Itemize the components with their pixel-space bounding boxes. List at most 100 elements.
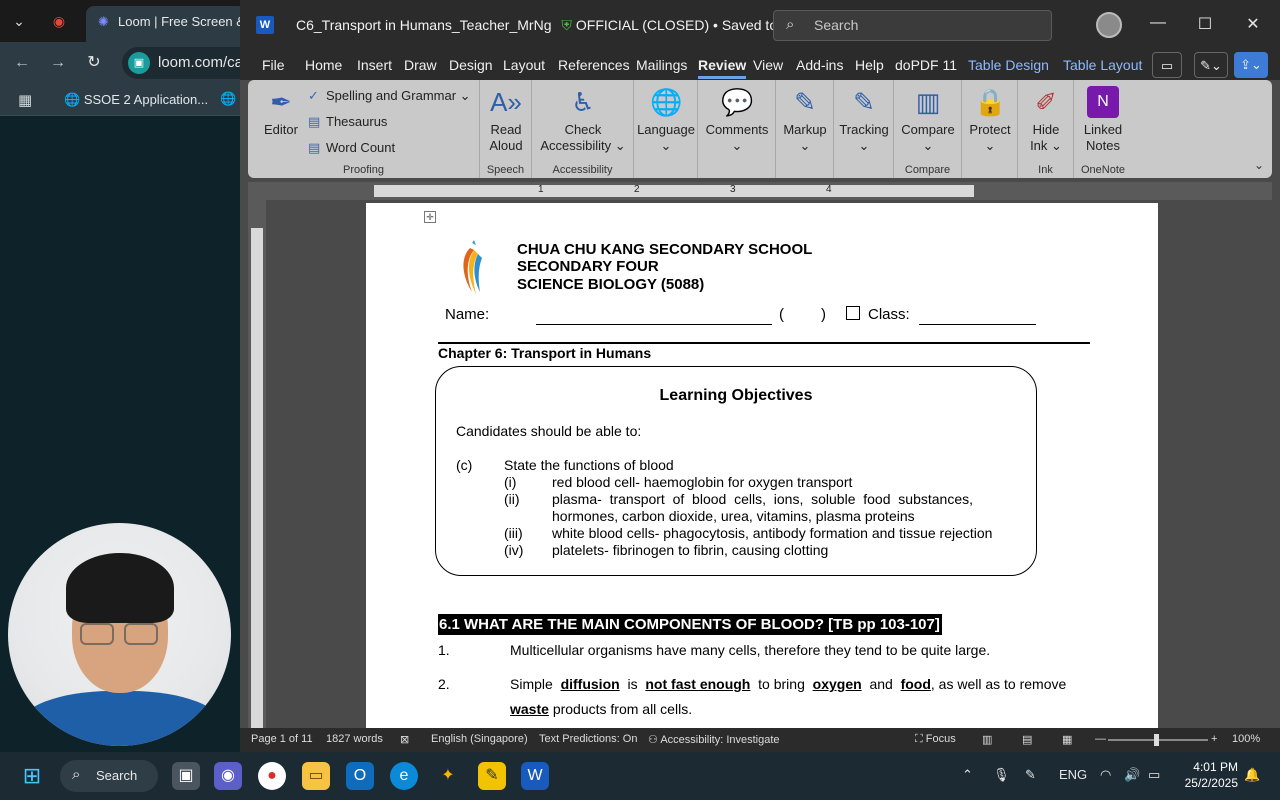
account-avatar-icon[interactable] (1096, 12, 1122, 38)
lo-item-marker: (iii) (504, 525, 523, 541)
tab-table-layout[interactable]: Table Layout (1063, 57, 1142, 73)
edge-icon[interactable]: e (390, 762, 418, 790)
sticky-notes-icon[interactable]: ✎ (478, 762, 506, 790)
windows-start-icon[interactable]: ⊞ (18, 762, 46, 790)
site-info-icon[interactable]: ▣ (128, 52, 150, 74)
tab-view[interactable]: View (753, 57, 783, 73)
document-canvas[interactable]: ✛ CHUA CHU KANG SECONDARY SCHOOL SECONDA… (266, 200, 1272, 728)
compare-button[interactable]: ▥ Compare ⌄ (896, 86, 960, 154)
show-hidden-icons-chevron-icon[interactable]: ⌃ (962, 767, 973, 783)
document-page[interactable]: ✛ CHUA CHU KANG SECONDARY SCHOOL SECONDA… (366, 203, 1158, 728)
spelling-grammar-button[interactable]: ✓ Spelling and Grammar ⌄ (308, 88, 471, 104)
close-icon[interactable]: ✕ (1240, 14, 1266, 36)
system-clock[interactable]: 4:01 PM 25/2/2025 (1180, 759, 1238, 791)
zoom-out-icon[interactable]: — (1095, 733, 1106, 745)
back-arrow-icon[interactable]: ← (10, 51, 34, 75)
tab-list-chevron-icon[interactable]: ⌄ (6, 8, 32, 34)
forward-arrow-icon[interactable]: → (46, 51, 70, 75)
ribbon-collapse-chevron-icon[interactable]: ⌄ (1254, 158, 1264, 172)
proofing-status-icon[interactable]: ⊠ (400, 733, 409, 746)
thesaurus-button[interactable]: ▤ Thesaurus (308, 114, 387, 130)
tab-help[interactable]: Help (855, 57, 884, 73)
tracking-button[interactable]: ✎ Tracking ⌄ (836, 86, 892, 154)
tab-review[interactable]: Review (698, 57, 747, 79)
volume-icon[interactable]: 🔊 (1124, 767, 1140, 783)
onenote-group: N Linked Notes OneNote (1074, 80, 1132, 178)
pen-icon[interactable]: ✎ (1025, 767, 1036, 783)
microphone-icon[interactable]: 🎙 (993, 767, 1010, 783)
teams-icon[interactable]: ◉ (214, 762, 242, 790)
browser-tab-loom[interactable]: ✺ Loom | Free Screen & V (86, 6, 246, 42)
text-predictions-status[interactable]: Text Predictions: On (539, 733, 637, 745)
wifi-icon[interactable]: ◠ (1100, 767, 1111, 783)
editing-pen-icon[interactable]: ✎⌄ (1194, 52, 1228, 78)
hide-ink-button[interactable]: ✐ Hide Ink ⌄ (1020, 86, 1072, 154)
tab-table-design[interactable]: Table Design (968, 57, 1049, 73)
checkbox[interactable] (846, 306, 860, 320)
apps-grid-icon[interactable]: ▦ (18, 91, 32, 109)
globe-icon[interactable]: 🌐 (220, 91, 236, 107)
accessibility-group-label: Accessibility (552, 164, 613, 176)
pinned-app-icon[interactable]: ✦ (434, 762, 462, 790)
language-status[interactable]: English (Singapore) (431, 733, 528, 745)
class-field[interactable] (919, 307, 1036, 325)
tab-design[interactable]: Design (449, 57, 493, 73)
tab-layout[interactable]: Layout (503, 57, 545, 73)
input-language[interactable]: ENG (1059, 767, 1087, 782)
editor-button[interactable]: ✒ Editor (258, 86, 304, 138)
protect-button[interactable]: 🔒 Protect ⌄ (964, 86, 1016, 154)
lo-item-marker: (iv) (504, 542, 524, 558)
zoom-in-icon[interactable]: + (1211, 733, 1217, 745)
learning-objectives-title: Learning Objectives (659, 387, 813, 404)
search-input[interactable]: ⌕ Search (773, 10, 1052, 41)
web-layout-icon[interactable]: ▦ (1062, 733, 1072, 746)
taskbar-search-label: Search (96, 768, 138, 783)
focus-mode-button[interactable]: ⛶ Focus (915, 733, 956, 746)
reload-icon[interactable]: ↻ (82, 51, 106, 75)
page-count[interactable]: Page 1 of 11 (251, 733, 313, 745)
print-layout-icon[interactable]: ▤ (1022, 733, 1032, 746)
task-view-icon[interactable]: ▣ (172, 762, 200, 790)
read-aloud-button[interactable]: A» Read Aloud (482, 86, 530, 154)
name-field[interactable] (536, 307, 772, 325)
word-count[interactable]: 1827 words (326, 733, 383, 745)
zoom-slider-thumb[interactable] (1154, 734, 1159, 746)
markup-button[interactable]: ✎ Markup ⌄ (778, 86, 832, 154)
record-icon[interactable]: ◉ (46, 8, 72, 34)
tab-insert[interactable]: Insert (357, 57, 392, 73)
share-icon[interactable]: ⇪⌄ (1234, 52, 1268, 78)
document-title[interactable]: C6_Transport in Humans_Teacher_MrNg ⛨ OFF… (296, 17, 846, 34)
language-label: Language (637, 122, 695, 137)
table-move-handle-icon[interactable]: ✛ (424, 211, 436, 223)
check-accessibility-button[interactable]: ♿ Check Accessibility ⌄ (536, 86, 630, 154)
notification-bell-icon[interactable]: 🔔 (1244, 767, 1260, 783)
chrome-icon[interactable]: ● (258, 762, 286, 790)
tab-file[interactable]: File (262, 57, 285, 73)
battery-icon[interactable]: ▭ (1148, 767, 1160, 783)
tab-references[interactable]: References (558, 57, 630, 73)
maximize-icon[interactable]: ☐ (1192, 14, 1218, 36)
paragraph-2-line-1: Simple diffusion is not fast enough to b… (510, 676, 1066, 692)
taskbar-search[interactable]: ⌕ Search (60, 760, 158, 792)
outlook-icon[interactable]: O (346, 762, 374, 790)
accessibility-status[interactable]: ⚇ Accessibility: Investigate (648, 733, 780, 746)
linked-notes-button[interactable]: N Linked Notes (1076, 86, 1130, 154)
comments-pane-icon[interactable]: ▭ (1152, 52, 1182, 78)
tab-mailings[interactable]: Mailings (636, 57, 687, 73)
zoom-level[interactable]: 100% (1232, 733, 1260, 745)
language-button[interactable]: 🌐 Language ⌄ (636, 86, 696, 154)
tab-home[interactable]: Home (305, 57, 342, 73)
paragraph-number: 1. (438, 642, 450, 658)
section-heading: 6.1 WHAT ARE THE MAIN COMPONENTS OF BLOO… (438, 614, 942, 635)
comments-button[interactable]: 💬 Comments ⌄ (700, 86, 774, 154)
file-explorer-icon[interactable]: ▭ (302, 762, 330, 790)
tab-add-ins[interactable]: Add-ins (796, 57, 843, 73)
word-taskbar-icon[interactable]: W (521, 762, 549, 790)
bookmark-ssoe[interactable]: 🌐 SSOE 2 Application... (64, 92, 208, 108)
read-mode-icon[interactable]: ▥ (982, 733, 992, 746)
tab-draw[interactable]: Draw (404, 57, 437, 73)
word-count-button[interactable]: ▤ Word Count (308, 140, 395, 156)
tab-dopdf[interactable]: doPDF 11 (895, 57, 957, 73)
webcam-bubble[interactable] (8, 523, 231, 746)
minimize-icon[interactable]: — (1145, 14, 1171, 36)
